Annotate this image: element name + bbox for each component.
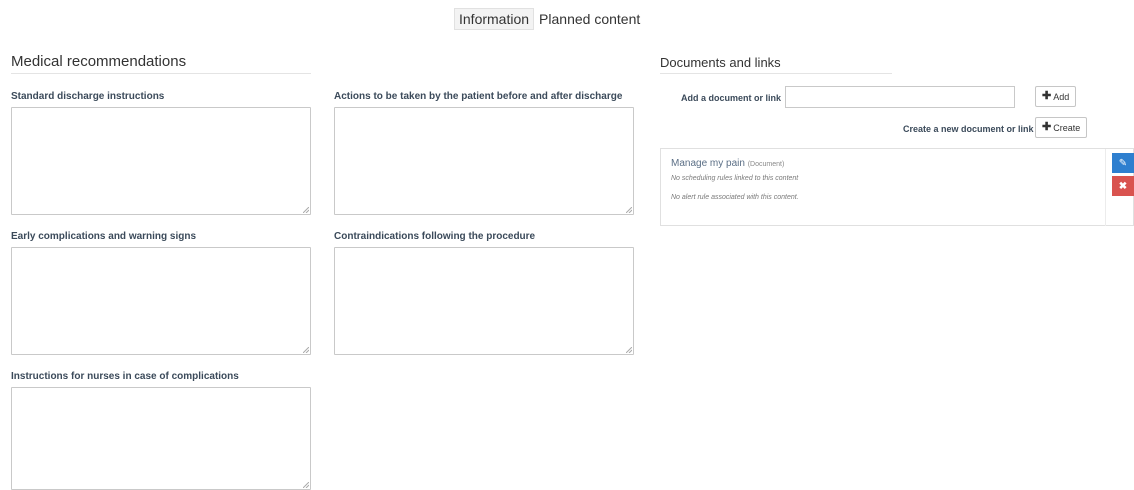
contraindications-field-wrap — [334, 247, 634, 355]
early-complications-field-wrap — [11, 247, 311, 355]
contraindications-textarea[interactable] — [334, 247, 634, 355]
tab-planned-content[interactable]: Planned content — [534, 8, 645, 30]
document-type: (Document) — [747, 161, 785, 168]
patient-actions-textarea[interactable] — [334, 107, 634, 215]
patient-actions-label: Actions to be taken by the patient befor… — [334, 91, 623, 102]
standard-discharge-textarea[interactable] — [11, 107, 311, 215]
scheduling-rules-text: No scheduling rules linked to this conte… — [671, 175, 799, 182]
tab-bar: Information Planned content — [454, 8, 645, 30]
resize-grip-icon[interactable] — [626, 347, 632, 353]
nurse-instructions-label: Instructions for nurses in case of compl… — [11, 371, 239, 382]
contraindications-label: Contraindications following the procedur… — [334, 231, 536, 242]
document-name[interactable]: Manage my pain — [671, 158, 745, 169]
nurse-instructions-textarea[interactable] — [11, 387, 311, 490]
close-icon: ✖ — [1118, 180, 1128, 192]
create-document-button[interactable]: ✚ Create — [1035, 117, 1088, 138]
create-document-label: Create a new document or link — [903, 124, 1034, 134]
resize-grip-icon[interactable] — [303, 347, 309, 353]
resize-grip-icon[interactable] — [626, 207, 632, 213]
medical-recommendations-title: Medical recommendations — [11, 53, 311, 74]
add-document-button[interactable]: ✚ Add — [1035, 86, 1077, 107]
patient-actions-field-wrap — [334, 107, 634, 215]
add-button-label: Add — [1053, 91, 1070, 102]
tab-information[interactable]: Information — [454, 8, 535, 30]
plus-icon: ✚ — [1042, 121, 1052, 133]
nurse-instructions-field-wrap — [11, 387, 311, 490]
standard-discharge-label: Standard discharge instructions — [11, 91, 165, 102]
early-complications-textarea[interactable] — [11, 247, 311, 355]
document-card: Manage my pain (Document) No scheduling … — [660, 148, 1134, 226]
add-document-label: Add a document or link — [681, 93, 782, 103]
early-complications-label: Early complications and warning signs — [11, 231, 197, 242]
standard-discharge-field-wrap — [11, 107, 311, 215]
delete-document-button[interactable]: ✖ — [1112, 176, 1134, 196]
resize-grip-icon[interactable] — [303, 207, 309, 213]
card-divider — [1105, 149, 1106, 226]
create-button-label: Create — [1053, 122, 1081, 133]
document-title: Manage my pain (Document) — [671, 158, 784, 169]
alert-rules-text: No alert rule associated with this conte… — [671, 194, 799, 201]
resize-grip-icon[interactable] — [303, 482, 309, 488]
pencil-icon: ✎ — [1118, 157, 1128, 169]
edit-document-button[interactable]: ✎ — [1112, 153, 1134, 173]
add-document-input[interactable] — [785, 86, 1015, 108]
plus-icon: ✚ — [1042, 90, 1052, 102]
documents-links-title: Documents and links — [660, 55, 892, 74]
